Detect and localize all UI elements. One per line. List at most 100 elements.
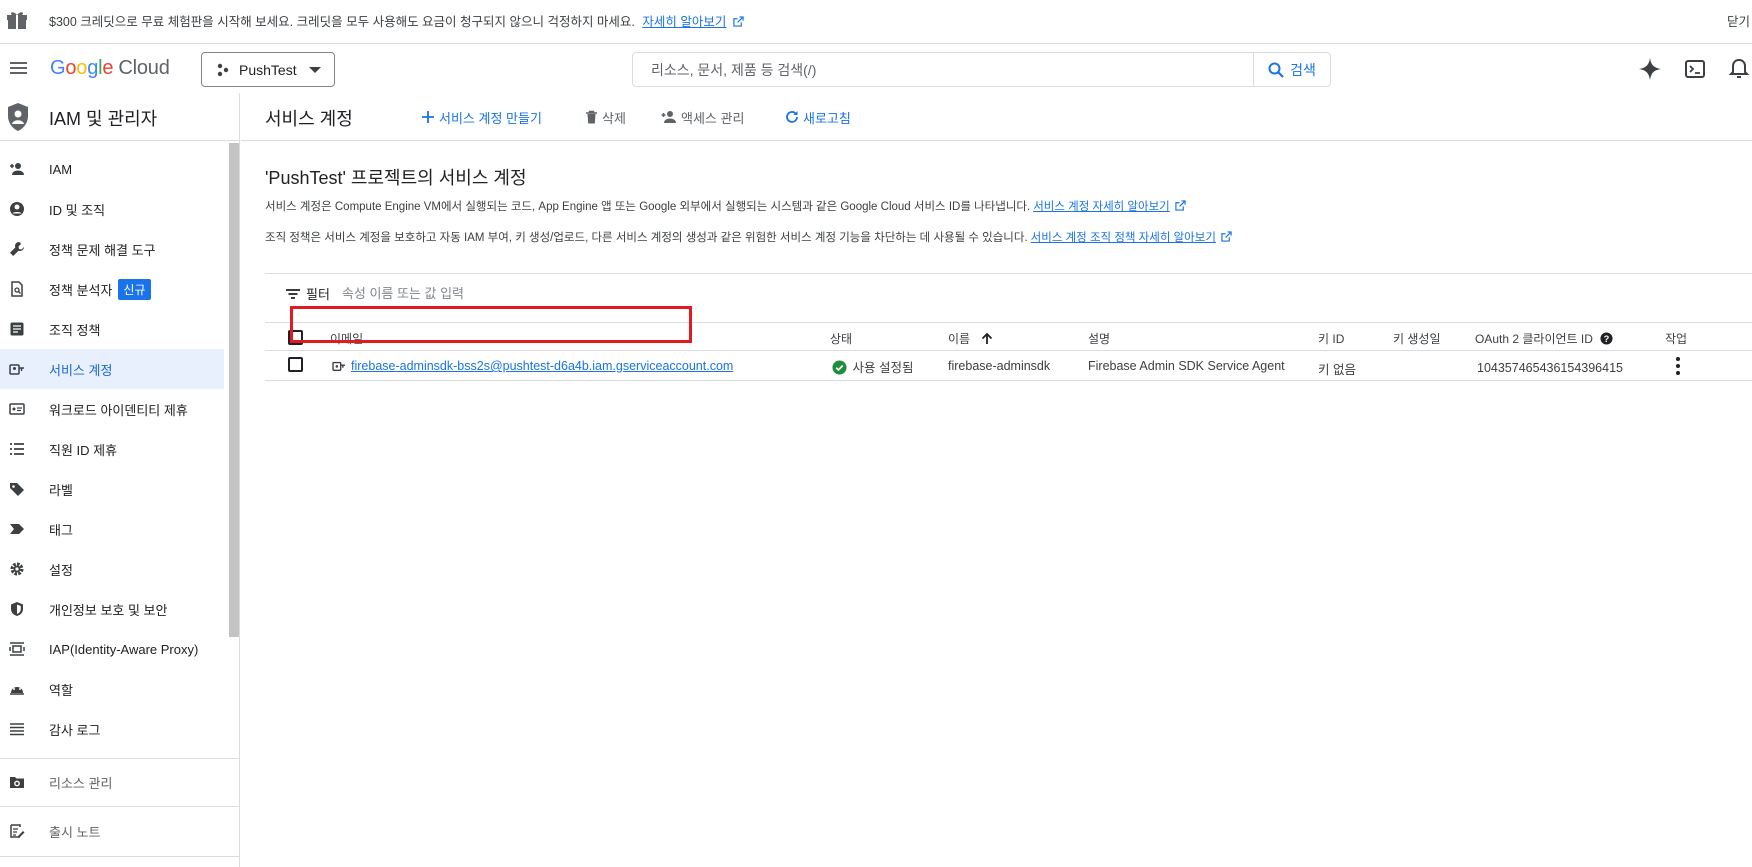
check-circle-icon xyxy=(832,360,847,375)
roles-icon xyxy=(10,687,24,695)
column-name[interactable]: 이름 xyxy=(948,330,993,347)
menu-icon[interactable] xyxy=(8,59,30,77)
gemini-sparkle-icon[interactable] xyxy=(1637,56,1663,82)
key-id-cell: 키 없음 xyxy=(1318,363,1356,377)
sidebar-divider xyxy=(0,856,240,857)
project-name: PushTest xyxy=(239,61,297,78)
main-content: 서비스 계정 서비스 계정 만들기 삭제 액세스 관리 새로고침 'PushTe… xyxy=(241,93,1752,867)
sidebar-item-audit-logs[interactable]: 감사 로그 xyxy=(0,709,224,749)
sidebar-item-iap[interactable]: IAP(Identity-Aware Proxy) xyxy=(0,629,224,669)
description-org-policy: 조직 정책은 서비스 계정을 보호하고 자동 IAM 부여, 키 생성/업로드,… xyxy=(265,229,1232,245)
sidebar-nav: IAM ID 및 조직 정책 문제 해결 도구 정책 분석자 신규 조직 정책 서… xyxy=(0,149,224,749)
sidebar-item-iam[interactable]: IAM xyxy=(0,149,224,189)
sort-ascending-icon xyxy=(982,332,993,344)
filter-icon[interactable] xyxy=(285,288,301,300)
top-bar: GoogleCloud PushTest 검색 xyxy=(0,45,1752,93)
row-checkbox[interactable] xyxy=(288,357,303,372)
section-title: 'PushTest' 프로젝트의 서비스 계정 xyxy=(265,168,527,188)
sidebar-item-resource-manage[interactable]: 리소스 관리 xyxy=(0,759,240,805)
sidebar-item-privacy-security[interactable]: 개인정보 보호 및 보안 xyxy=(0,589,224,629)
sidebar-item-settings[interactable]: 설정 xyxy=(0,549,224,589)
sidebar-item-release-notes[interactable]: 출시 노트 xyxy=(0,808,240,854)
column-status[interactable]: 상태 xyxy=(830,330,852,347)
refresh-icon xyxy=(786,111,798,123)
plus-icon xyxy=(422,111,434,123)
refresh-button[interactable]: 새로고침 xyxy=(785,107,851,127)
column-actions: 작업 xyxy=(1665,332,1688,346)
service-account-icon xyxy=(332,361,345,371)
iap-icon xyxy=(9,642,25,656)
sidebar-divider xyxy=(0,806,240,807)
help-icon[interactable]: ? xyxy=(1600,332,1613,345)
highlight-annotation-box xyxy=(290,306,692,343)
document-search-icon xyxy=(11,281,23,297)
search-button[interactable]: 검색 xyxy=(1253,53,1330,86)
search-input[interactable] xyxy=(633,53,1253,86)
external-link-icon xyxy=(1221,231,1232,242)
sidebar-item-org-policy[interactable]: 조직 정책 xyxy=(0,309,224,349)
svg-text:?: ? xyxy=(1604,334,1610,344)
project-selector[interactable]: PushTest xyxy=(201,52,335,87)
new-badge: 신규 xyxy=(118,278,151,300)
page-title: 서비스 계정 xyxy=(265,109,353,129)
id-card-icon xyxy=(9,403,25,415)
service-account-email-link[interactable]: firebase-adminsdk-bss2s@pushtest-d6a4b.i… xyxy=(351,359,733,373)
person-add-icon xyxy=(661,111,676,123)
search-bar: 검색 xyxy=(632,52,1331,87)
external-link-icon xyxy=(1175,200,1186,211)
filter-label: 필터 xyxy=(306,287,330,302)
learn-more-service-accounts-link[interactable]: 서비스 계정 자세히 알아보기 xyxy=(1033,201,1170,213)
sidebar-header: IAM 및 관리자 xyxy=(0,93,240,141)
external-link-icon xyxy=(733,16,744,27)
learn-more-org-policy-link[interactable]: 서비스 계정 조직 정책 자세히 알아보기 xyxy=(1031,232,1216,244)
person-add-icon xyxy=(10,163,24,175)
folder-gear-icon xyxy=(10,777,24,788)
cloud-shell-icon[interactable] xyxy=(1682,56,1708,82)
sidebar-item-workload-identity[interactable]: 워크로드 아이덴티티 제휴 xyxy=(0,389,224,429)
column-description[interactable]: 설명 xyxy=(1088,330,1110,347)
search-icon xyxy=(1268,62,1284,78)
gear-icon xyxy=(10,562,24,576)
gift-icon xyxy=(7,12,27,29)
project-dots-icon xyxy=(217,63,229,76)
column-key-created[interactable]: 키 생성일 xyxy=(1393,330,1441,347)
release-notes-icon xyxy=(10,824,25,838)
oauth-client-id-cell: 104357465436154396415 xyxy=(1477,361,1623,375)
shield-icon xyxy=(11,602,23,616)
status-cell: 사용 설정됨 xyxy=(832,357,913,376)
table-row[interactable]: firebase-adminsdk-bss2s@pushtest-d6a4b.i… xyxy=(265,351,1752,381)
column-oauth-client-id[interactable]: OAuth 2 클라이언트 ID ? xyxy=(1475,330,1613,347)
caret-down-icon xyxy=(308,66,321,73)
sidebar-item-tags[interactable]: 태그 xyxy=(0,509,224,549)
sidebar-item-roles[interactable]: 역할 xyxy=(0,669,224,709)
filter-input[interactable] xyxy=(341,286,742,301)
sidebar-item-identity[interactable]: ID 및 조직 xyxy=(0,189,224,229)
trash-icon xyxy=(586,110,597,124)
more-actions-icon[interactable] xyxy=(1676,357,1680,378)
audit-log-icon xyxy=(10,723,24,736)
sidebar: IAM 및 관리자 IAM ID 및 조직 정책 문제 해결 도구 정책 분석자… xyxy=(0,93,240,867)
tag-icon xyxy=(10,524,24,534)
iam-shield-icon xyxy=(8,103,28,131)
sidebar-item-workforce-identity[interactable]: 직원 ID 제휴 xyxy=(0,429,224,469)
delete-button[interactable]: 삭제 xyxy=(585,107,626,127)
sidebar-item-service-accounts[interactable]: 서비스 계정 xyxy=(0,349,224,389)
sidebar-scrollbar-thumb[interactable] xyxy=(229,143,239,637)
account-circle-icon xyxy=(10,202,24,216)
label-icon xyxy=(10,483,24,496)
banner-text: $300 크레딧으로 무료 체험판을 시작해 보세요. 크레딧을 모두 사용해도… xyxy=(49,11,744,30)
sidebar-item-labels[interactable]: 라벨 xyxy=(0,469,224,509)
banner-learn-more-link[interactable]: 자세히 알아보기 xyxy=(642,15,726,29)
banner-close-button[interactable]: 닫기 xyxy=(1727,11,1750,30)
sidebar-item-policy-analyzer[interactable]: 정책 분석자 신규 xyxy=(0,269,224,309)
create-service-account-button[interactable]: 서비스 계정 만들기 xyxy=(421,107,542,127)
trial-banner: $300 크레딧으로 무료 체험판을 시작해 보세요. 크레딧을 모두 사용해도… xyxy=(0,0,1752,44)
list-icon xyxy=(10,443,24,455)
sidebar-title: IAM 및 관리자 xyxy=(49,109,158,129)
google-cloud-logo[interactable]: Google Cloud xyxy=(50,57,170,80)
column-key-id[interactable]: 키 ID xyxy=(1318,330,1344,347)
action-bar: 서비스 계정 서비스 계정 만들기 삭제 액세스 관리 새로고침 xyxy=(241,93,1752,141)
notifications-bell-icon[interactable] xyxy=(1726,56,1752,82)
sidebar-item-policy-troubleshooter[interactable]: 정책 문제 해결 도구 xyxy=(0,229,224,269)
manage-access-button[interactable]: 액세스 관리 xyxy=(661,107,744,127)
